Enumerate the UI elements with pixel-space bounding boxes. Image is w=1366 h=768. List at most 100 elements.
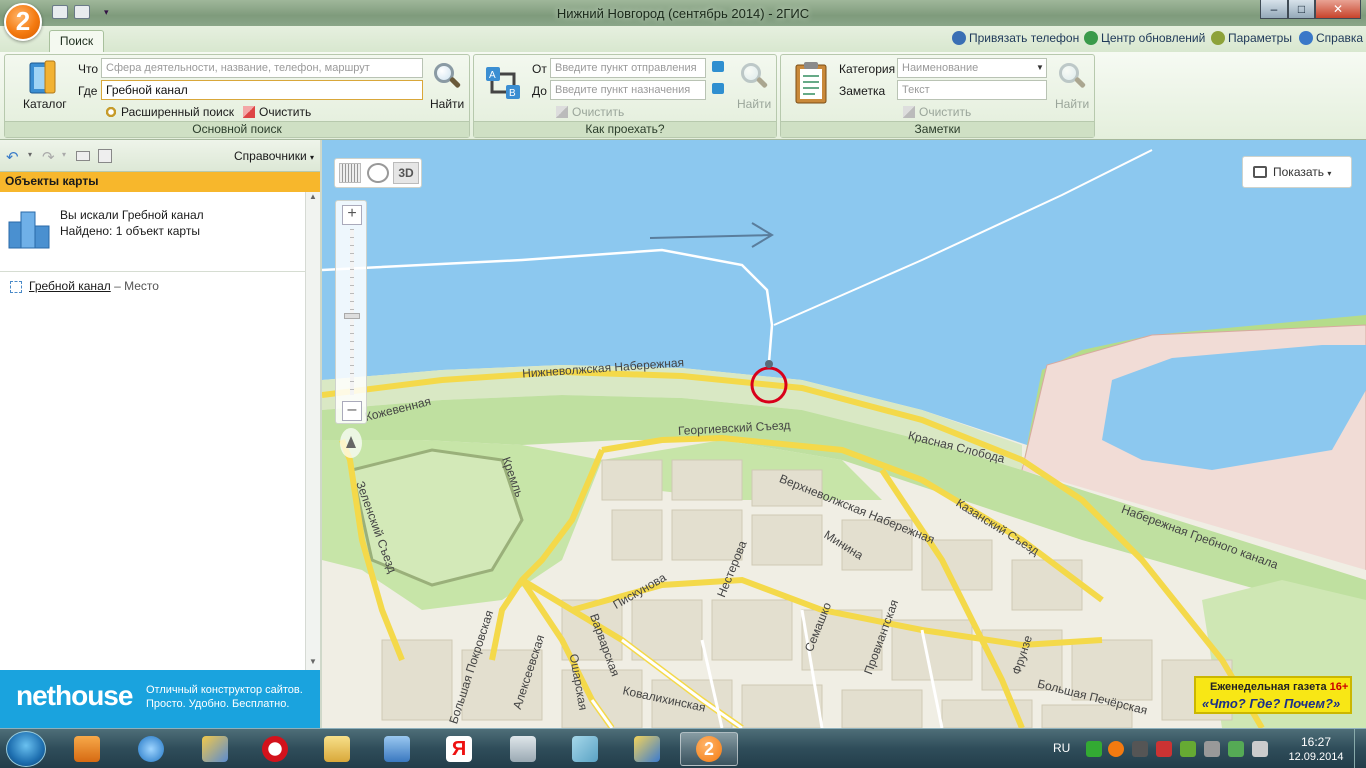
taskbar-2gis[interactable]: 2 (680, 732, 738, 766)
tray-2gis-icon[interactable] (1108, 741, 1124, 757)
title-bar: ▾ Нижний Новгород (сентябрь 2014) - 2ГИС… (0, 0, 1366, 26)
taskbar-paint[interactable] (186, 732, 244, 766)
maximize-button[interactable]: □ (1288, 0, 1315, 19)
tray-icon-6[interactable] (1204, 741, 1220, 757)
clear-search-button[interactable]: Очистить (243, 105, 311, 119)
map-toolbar: 3D (334, 158, 422, 188)
bind-phone-label: Привязать телефон (969, 31, 1080, 45)
3d-toggle-button[interactable]: 3D (393, 162, 419, 184)
chevron-down-icon[interactable]: ▾ (28, 150, 32, 159)
route-clear-button[interactable]: Очистить (556, 105, 624, 119)
zoom-slider-handle[interactable] (344, 313, 360, 319)
to-input[interactable]: Введите пункт назначения (550, 80, 706, 100)
left-panel-toolbar: ↶ ▾ ↷ ▾ Справочники ▾ (0, 140, 320, 172)
find-button[interactable]: Найти (430, 97, 464, 111)
bind-phone-link[interactable]: Привязать телефон (952, 31, 1079, 45)
location-pin-icon[interactable] (765, 360, 773, 368)
back-arrow-icon[interactable]: ↶ (6, 148, 19, 166)
parameters-link[interactable]: Параметры (1211, 31, 1292, 45)
notes-group-title: Заметки (781, 121, 1094, 137)
opera-icon (262, 736, 288, 762)
close-button[interactable]: ✕ (1315, 0, 1361, 19)
show-desktop-button[interactable] (1354, 729, 1366, 768)
directories-dropdown[interactable]: Справочники ▾ (234, 149, 314, 163)
taskbar-notes[interactable] (556, 732, 614, 766)
taskbar-explorer[interactable] (308, 732, 366, 766)
tray-icon-7[interactable] (1228, 741, 1244, 757)
result-name-link[interactable]: Гребной канал (29, 279, 111, 293)
scroll-up-icon[interactable]: ▲ (309, 192, 317, 201)
directories-label: Справочники (234, 149, 307, 163)
chevron-down-icon[interactable]: ▼ (1036, 63, 1044, 72)
list-icon[interactable] (98, 149, 112, 163)
notes-clear-button[interactable]: Очистить (903, 105, 971, 119)
clear-search-label: Очистить (259, 105, 312, 119)
notes-find-button[interactable]: Найти (1055, 97, 1089, 111)
tray-icon-4[interactable] (1156, 741, 1172, 757)
taskbar: Я 2 RU 16:27 12.09.2014 (0, 728, 1366, 768)
update-center-link[interactable]: Центр обновлений (1084, 31, 1205, 45)
route-find-button[interactable]: Найти (737, 97, 771, 111)
category-select[interactable]: Наименование (897, 58, 1047, 78)
note-label: Заметка (839, 84, 886, 98)
start-button[interactable] (6, 731, 46, 767)
minimize-button[interactable]: – (1260, 0, 1288, 19)
update-center-label: Центр обновлений (1101, 31, 1206, 45)
tray-icon-3[interactable] (1132, 741, 1148, 757)
zoom-slider[interactable] (350, 229, 354, 395)
chevron-down-icon[interactable]: ▾ (62, 150, 66, 159)
tray-network-icon[interactable] (1180, 741, 1196, 757)
advanced-search-icon (105, 106, 117, 118)
taskbar-opera[interactable] (246, 732, 304, 766)
results-scrollbar[interactable]: ▲ ▼ (305, 192, 320, 670)
tray-volume-icon[interactable] (1252, 741, 1268, 757)
map-view[interactable]: Нижневолжская Набережная Кожевенная Геор… (322, 140, 1366, 728)
to-pick-icon[interactable] (712, 83, 724, 94)
collapse-icon[interactable] (76, 151, 90, 161)
window-title: Нижний Новгород (сентябрь 2014) - 2ГИС (556, 6, 810, 21)
taskbar-ie[interactable] (122, 732, 180, 766)
taskbar-yandex[interactable]: Я (430, 732, 488, 766)
where-search-input[interactable]: Гребной канал (101, 80, 423, 100)
what-search-input[interactable]: Сфера деятельности, название, телефон, м… (101, 58, 423, 78)
compass-icon[interactable] (367, 163, 389, 183)
clock-date[interactable]: 12.09.2014 (1284, 751, 1348, 763)
scroll-down-icon[interactable]: ▼ (309, 657, 317, 666)
ruler-icon[interactable] (339, 163, 361, 183)
route-icon: AB (484, 63, 524, 105)
newspaper-ad-line-1: Еженедельная газета 16+ (1210, 681, 1349, 693)
route-find-icon[interactable] (738, 61, 769, 95)
help-link[interactable]: Справка (1299, 31, 1363, 45)
main-search-group: Каталог Что Сфера деятельности, название… (4, 54, 470, 138)
result-type: – Место (114, 279, 159, 293)
help-icon (1299, 31, 1313, 45)
ribbon: Каталог Что Сфера деятельности, название… (0, 52, 1366, 140)
taskbar-media-player[interactable] (58, 732, 116, 766)
tray-icon-1[interactable] (1086, 741, 1102, 757)
route-clear-label: Очистить (572, 105, 625, 119)
find-search-icon[interactable] (431, 61, 462, 95)
notes-find-icon[interactable] (1056, 61, 1087, 95)
nethouse-ad-banner[interactable]: nethouse Отличный конструктор сайтов. Пр… (0, 670, 320, 728)
taskbar-calculator[interactable] (494, 732, 552, 766)
north-arrow-icon[interactable] (340, 428, 362, 458)
note-input[interactable]: Текст (897, 80, 1047, 100)
tab-search[interactable]: Поиск (49, 30, 104, 52)
ad-line-1: Отличный конструктор сайтов. (146, 684, 303, 696)
app-logo-icon[interactable]: 2 (4, 3, 42, 41)
catalog-button[interactable] (25, 59, 61, 99)
taskbar-tool[interactable] (618, 732, 676, 766)
advanced-search-button[interactable]: Расширенный поиск (105, 105, 234, 119)
clock-time[interactable]: 16:27 (1290, 735, 1342, 749)
zoom-in-button[interactable]: + (342, 205, 362, 225)
language-indicator[interactable]: RU (1053, 741, 1070, 755)
zoom-out-button[interactable]: – (342, 401, 362, 421)
from-pick-icon[interactable] (712, 61, 724, 72)
result-item[interactable]: Гребной канал – Место (29, 279, 159, 293)
newspaper-ad-line-2: «Что? Где? Почем?» (1202, 696, 1341, 711)
taskbar-sound[interactable] (368, 732, 426, 766)
newspaper-ad[interactable]: Еженедельная газета 16+ «Что? Где? Почем… (1194, 676, 1352, 714)
forward-arrow-icon[interactable]: ↷ (42, 148, 55, 166)
show-layers-button[interactable]: Показать ▾ (1242, 156, 1352, 188)
from-input[interactable]: Введите пункт отправления (550, 58, 706, 78)
